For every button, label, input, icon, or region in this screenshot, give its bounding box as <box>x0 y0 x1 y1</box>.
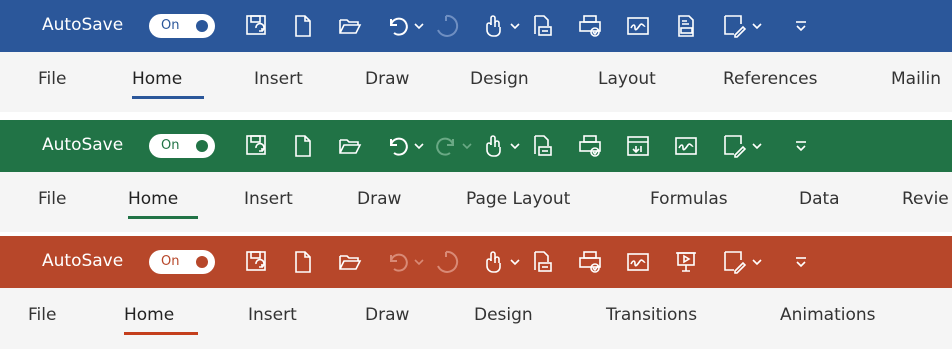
toggle-knob <box>196 256 208 268</box>
toggle-knob <box>196 140 208 152</box>
ribbon-tabs: File Home Insert Draw Design Transitions… <box>0 288 952 349</box>
tab-transitions[interactable]: Transitions <box>606 304 697 326</box>
new-document-icon[interactable] <box>290 249 316 275</box>
active-tab-underline <box>124 332 198 335</box>
tab-file[interactable]: File <box>28 304 56 326</box>
tab-home[interactable]: Home <box>132 68 182 90</box>
undo-dropdown-icon[interactable] <box>414 142 424 150</box>
tab-formulas[interactable]: Formulas <box>650 188 728 210</box>
customize-dropdown-icon[interactable] <box>752 22 762 30</box>
signature-icon[interactable] <box>625 249 651 275</box>
autosave-toggle[interactable]: On <box>149 250 215 274</box>
tab-review[interactable]: Revie <box>902 188 949 210</box>
tab-file[interactable]: File <box>38 188 66 210</box>
tab-data[interactable]: Data <box>799 188 840 210</box>
new-document-icon[interactable] <box>290 133 316 159</box>
autosave-label: AutoSave <box>42 15 124 35</box>
print-preview-icon[interactable] <box>529 133 555 159</box>
toggle-knob <box>196 20 208 32</box>
touch-mode-icon[interactable] <box>481 13 507 39</box>
customize-dropdown-icon[interactable] <box>752 142 762 150</box>
quick-access-toolbar: AutoSave On <box>0 0 952 52</box>
more-commands-icon[interactable] <box>788 133 814 159</box>
toggle-state-label: On <box>161 254 180 269</box>
quick-print-icon[interactable] <box>577 249 603 275</box>
redo-icon[interactable] <box>433 13 459 39</box>
tab-references[interactable]: References <box>723 68 817 90</box>
autosave-toggle[interactable]: On <box>149 14 215 38</box>
tab-design[interactable]: Design <box>474 304 533 326</box>
autosave-label: AutoSave <box>42 135 124 155</box>
touch-mode-dropdown-icon[interactable] <box>510 258 520 266</box>
toggle-state-label: On <box>161 138 180 153</box>
customize-icon[interactable] <box>721 13 747 39</box>
customize-dropdown-icon[interactable] <box>752 258 762 266</box>
start-slideshow-icon[interactable] <box>673 249 699 275</box>
open-folder-icon[interactable] <box>337 249 363 275</box>
undo-icon[interactable] <box>385 249 411 275</box>
tab-draw[interactable]: Draw <box>365 304 409 326</box>
tab-insert[interactable]: Insert <box>254 68 303 90</box>
active-tab-underline <box>128 216 198 219</box>
tab-insert[interactable]: Insert <box>244 188 293 210</box>
new-document-icon[interactable] <box>290 13 316 39</box>
undo-dropdown-icon[interactable] <box>414 22 424 30</box>
tab-home[interactable]: Home <box>128 188 178 210</box>
tab-file[interactable]: File <box>38 68 66 90</box>
undo-dropdown-icon[interactable] <box>414 258 424 266</box>
save-icon[interactable] <box>244 249 270 275</box>
active-tab-underline <box>132 96 204 99</box>
tab-draw[interactable]: Draw <box>365 68 409 90</box>
save-icon[interactable] <box>244 13 270 39</box>
customize-icon[interactable] <box>721 249 747 275</box>
quick-print-icon[interactable] <box>577 133 603 159</box>
tab-layout[interactable]: Layout <box>598 68 656 90</box>
quick-access-toolbar: AutoSave On <box>0 120 952 172</box>
more-commands-icon[interactable] <box>788 13 814 39</box>
touch-mode-dropdown-icon[interactable] <box>510 22 520 30</box>
tab-draw[interactable]: Draw <box>357 188 401 210</box>
ribbon-tabs: File Home Insert Draw Page Layout Formul… <box>0 172 952 232</box>
tab-design[interactable]: Design <box>470 68 529 90</box>
ribbon-tabs: File Home Insert Draw Design Layout Refe… <box>0 52 952 112</box>
signature-icon[interactable] <box>673 133 699 159</box>
print-preview-icon[interactable] <box>529 249 555 275</box>
freeze-panes-icon[interactable] <box>625 133 651 159</box>
tab-page-layout[interactable]: Page Layout <box>466 188 570 210</box>
touch-mode-icon[interactable] <box>481 249 507 275</box>
print-preview-icon[interactable] <box>529 13 555 39</box>
touch-mode-icon[interactable] <box>481 133 507 159</box>
customize-icon[interactable] <box>721 133 747 159</box>
quick-print-icon[interactable] <box>577 13 603 39</box>
quick-access-toolbar: AutoSave On <box>0 236 952 288</box>
touch-mode-dropdown-icon[interactable] <box>510 142 520 150</box>
autosave-label: AutoSave <box>42 251 124 271</box>
undo-icon[interactable] <box>385 13 411 39</box>
save-icon[interactable] <box>244 133 270 159</box>
open-folder-icon[interactable] <box>337 13 363 39</box>
signature-icon[interactable] <box>625 13 651 39</box>
pdf-icon[interactable] <box>673 13 699 39</box>
redo-icon[interactable] <box>433 249 459 275</box>
more-commands-icon[interactable] <box>788 249 814 275</box>
open-folder-icon[interactable] <box>337 133 363 159</box>
tab-animations[interactable]: Animations <box>780 304 876 326</box>
redo-dropdown-icon[interactable] <box>462 142 472 150</box>
undo-icon[interactable] <box>385 133 411 159</box>
tab-mailings[interactable]: Mailin <box>891 68 941 90</box>
autosave-toggle[interactable]: On <box>149 134 215 158</box>
tab-home[interactable]: Home <box>124 304 174 326</box>
tab-insert[interactable]: Insert <box>248 304 297 326</box>
toggle-state-label: On <box>161 18 180 33</box>
redo-icon[interactable] <box>433 133 459 159</box>
